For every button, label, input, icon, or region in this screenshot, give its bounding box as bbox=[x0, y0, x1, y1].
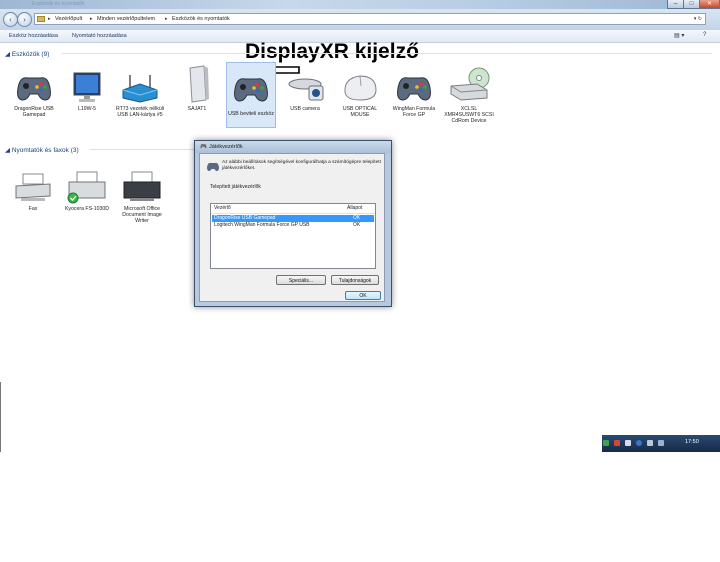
device-wingman-formula-force[interactable]: WingMan Formula Force GP bbox=[389, 70, 439, 118]
mouse-icon bbox=[344, 75, 377, 101]
speaker-icon[interactable] bbox=[625, 440, 631, 446]
printer-ms-document-writer[interactable]: Microsoft Office Document Image Writer bbox=[117, 168, 167, 224]
controller-name: Logitech WingMan Formula Force GP USB bbox=[214, 222, 310, 228]
column-header-controller[interactable]: Vezérlő bbox=[214, 204, 231, 213]
expand-chevron-icon: ◢ bbox=[5, 51, 12, 58]
device-label: Fax bbox=[28, 206, 38, 212]
breadcrumb-separator: ▸ bbox=[90, 16, 93, 22]
device-sajat1-computer[interactable]: SAJAT1 bbox=[172, 64, 222, 112]
gamepad-icon bbox=[17, 77, 51, 101]
title-bar: Eszközök és nyomtatók – □ ✕ bbox=[0, 0, 720, 9]
help-icon[interactable]: ? bbox=[703, 32, 706, 38]
properties-button[interactable]: Tulajdonságok bbox=[331, 275, 379, 285]
device-usb-input-device[interactable]: USB beviteli eszköz bbox=[226, 62, 276, 128]
view-options-icon[interactable]: ▤ ▾ bbox=[674, 32, 684, 39]
monitor-icon bbox=[73, 72, 101, 102]
bluetooth-icon[interactable] bbox=[636, 440, 642, 446]
device-label: Kyocera FS-1030D bbox=[64, 206, 110, 212]
close-button[interactable]: ✕ bbox=[699, 0, 720, 9]
blank-overlay bbox=[0, 382, 602, 452]
device-label: USB camera bbox=[290, 106, 320, 112]
group-divider bbox=[90, 149, 194, 150]
device-label: L19W-5 bbox=[77, 106, 97, 112]
device-scsi-cdrom[interactable]: XCLSL XMR4SUSWT6 SCSI CdRom Device bbox=[444, 66, 494, 124]
back-arrow-icon: ‹ bbox=[9, 15, 12, 24]
dialog-description: Az alábbi beállítások segítségével konfi… bbox=[222, 160, 381, 171]
computer-tower-icon bbox=[189, 65, 209, 103]
device-l19w-monitor[interactable]: L19W-5 bbox=[62, 70, 112, 112]
device-label: WingMan Formula Force GP bbox=[392, 106, 436, 118]
cdrom-drive-icon bbox=[450, 67, 490, 101]
device-label: Microsoft Office Document Image Writer bbox=[122, 206, 162, 224]
control-panel-icon bbox=[37, 16, 45, 22]
router-icon bbox=[122, 75, 158, 103]
window-title: Eszközök és nyomtatók bbox=[32, 1, 85, 7]
device-label: XCLSL XMR4SUSWT6 SCSI CdRom Device bbox=[444, 106, 494, 124]
battery-icon[interactable] bbox=[647, 440, 653, 446]
device-usb-optical-mouse[interactable]: USB OPTICAL MOUSE bbox=[335, 70, 385, 118]
add-device-button[interactable]: Eszköz hozzáadása bbox=[9, 33, 58, 39]
device-label: USB OPTICAL MOUSE bbox=[342, 106, 378, 118]
controller-row[interactable]: Logitech WingMan Formula Force GP USB OK bbox=[212, 222, 374, 229]
game-controllers-dialog: 🎮 Játékvezérlők Az alábbi beállítások se… bbox=[194, 140, 392, 307]
breadcrumb-item[interactable]: Minden vezérlőpultelem bbox=[97, 16, 155, 22]
minimize-button[interactable]: – bbox=[667, 0, 684, 9]
address-bar[interactable]: ▸ Vezérlőpult ▸ Minden vezérlőpultelem ▸… bbox=[34, 13, 706, 25]
breadcrumb-item[interactable]: Vezérlőpult bbox=[55, 16, 82, 22]
printers-group-header[interactable]: ◢ Nyomtatók és faxok (3) bbox=[5, 146, 79, 154]
group-divider bbox=[62, 53, 712, 54]
device-label: DragonRise USB Gamepad bbox=[14, 106, 54, 118]
dialog-title-bar: 🎮 Játékvezérlők bbox=[195, 141, 391, 153]
controller-status: OK bbox=[353, 222, 361, 228]
network-icon[interactable] bbox=[603, 440, 609, 446]
printer-fax[interactable]: Fax bbox=[8, 168, 58, 212]
printer-icon bbox=[123, 171, 161, 201]
security-icon[interactable] bbox=[614, 440, 620, 446]
breadcrumb-item[interactable]: Eszközök és nyomtatók bbox=[172, 16, 230, 22]
device-rt73-wireless-adapter[interactable]: RT73 vezeték nélküli USB LAN-kártya #5 bbox=[115, 70, 165, 118]
dialog-body: Az alábbi beállítások segítségével konfi… bbox=[199, 153, 385, 302]
printer-kyocera[interactable]: Kyocera FS-1030D bbox=[62, 168, 112, 212]
gamepad-icon bbox=[234, 78, 268, 102]
controller-status: OK bbox=[353, 215, 361, 221]
controller-name: DragonRise USB Gamepad bbox=[214, 215, 276, 221]
device-usb-camera[interactable]: USB camera bbox=[280, 70, 330, 112]
gamepad-icon bbox=[397, 77, 431, 101]
taskbar-tray: 17:50 bbox=[600, 435, 720, 452]
fax-icon bbox=[15, 173, 51, 201]
taskbar-clock[interactable]: 17:50 bbox=[685, 439, 699, 445]
expand-chevron-icon: ◢ bbox=[5, 147, 12, 154]
ok-button[interactable]: OK bbox=[345, 291, 381, 300]
column-header-status[interactable]: Állapot bbox=[347, 204, 362, 213]
explorer-window: Eszközök és nyomtatók – □ ✕ ‹ › ▸ Vezérl… bbox=[0, 0, 720, 452]
list-header: Vezérlő Állapot bbox=[211, 204, 375, 214]
breadcrumb-separator: ▸ bbox=[48, 16, 51, 22]
devices-group-header[interactable]: ◢ Eszközök (9) bbox=[5, 50, 49, 58]
device-label: USB beviteli eszköz bbox=[228, 111, 274, 117]
controllers-list[interactable]: Vezérlő Állapot DragonRise USB Gamepad O… bbox=[210, 203, 376, 269]
gamepad-icon: 🎮 bbox=[200, 144, 207, 150]
device-label: RT73 vezeték nélküli USB LAN-kártya #5 bbox=[115, 106, 165, 118]
navigation-bar: ‹ › ▸ Vezérlőpult ▸ Minden vezérlőpultel… bbox=[0, 9, 720, 31]
forward-arrow-icon: › bbox=[23, 15, 26, 24]
device-dragonrise-gamepad[interactable]: DragonRise USB Gamepad bbox=[9, 70, 59, 118]
printer-icon bbox=[67, 171, 106, 204]
dialog-title: Játékvezérlők bbox=[209, 144, 243, 150]
device-label: SAJAT1 bbox=[187, 106, 207, 112]
breadcrumb-separator: ▸ bbox=[165, 16, 168, 22]
gamepad-icon bbox=[207, 162, 219, 171]
controller-row[interactable]: DragonRise USB Gamepad OK bbox=[212, 215, 374, 222]
signal-icon[interactable] bbox=[658, 440, 664, 446]
advanced-button[interactable]: Speciális... bbox=[276, 275, 326, 285]
add-printer-button[interactable]: Nyomtató hozzáadása bbox=[72, 33, 127, 39]
webcam-icon bbox=[288, 78, 324, 101]
back-button[interactable]: ‹ bbox=[3, 12, 18, 27]
chevron-down-icon[interactable]: ▾ ↻ bbox=[694, 16, 702, 22]
forward-button[interactable]: › bbox=[17, 12, 32, 27]
maximize-button[interactable]: □ bbox=[683, 0, 700, 9]
installed-controllers-label: Telepített játékvezérlők bbox=[210, 184, 261, 190]
